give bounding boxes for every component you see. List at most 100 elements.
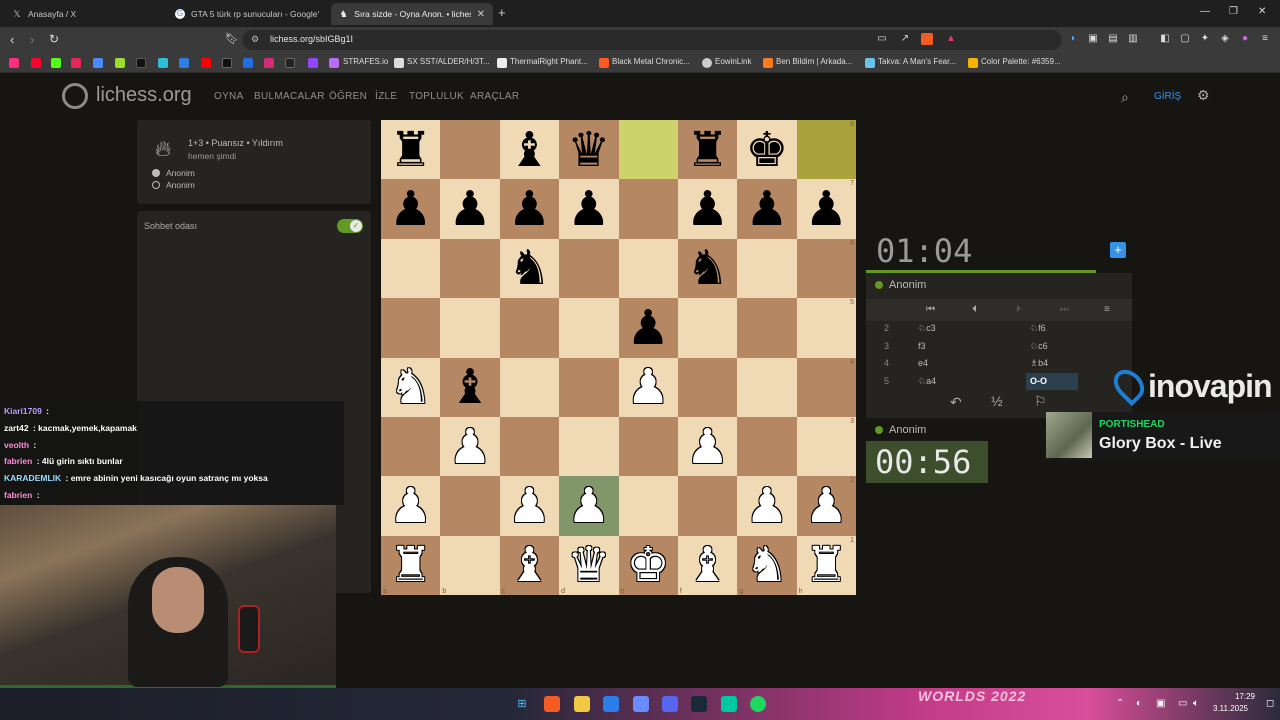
- top-player[interactable]: Anonim: [875, 279, 926, 291]
- white-move[interactable]: e4: [918, 358, 928, 368]
- lichess-logo-icon[interactable]: [62, 83, 88, 109]
- square-h4[interactable]: 4: [796, 357, 856, 417]
- square-b2[interactable]: [440, 476, 500, 536]
- square-a1[interactable]: ♜ a: [381, 535, 441, 595]
- tray-app-icon[interactable]: ◐: [1136, 698, 1142, 709]
- square-c7[interactable]: ♟: [499, 179, 560, 239]
- square-g4[interactable]: [737, 357, 797, 417]
- white-bishop[interactable]: ♝: [686, 541, 729, 589]
- profile-icon[interactable]: ●: [1239, 33, 1251, 45]
- black-pawn[interactable]: ♟: [805, 185, 848, 233]
- vpn-icon[interactable]: ◈: [1219, 33, 1231, 45]
- nav-watch[interactable]: İZLE: [375, 91, 397, 102]
- clock-time[interactable]: 17:29: [1225, 692, 1255, 701]
- screen-cast-icon[interactable]: ▭: [876, 33, 888, 45]
- black-bishop[interactable]: ♝: [449, 363, 492, 411]
- square-b5[interactable]: [440, 298, 500, 358]
- new-tab-icon[interactable]: +: [498, 5, 506, 20]
- network-icon[interactable]: ▭: [1178, 698, 1187, 709]
- white-knight[interactable]: ♞: [745, 541, 788, 589]
- bookmark-favicon[interactable]: [599, 58, 609, 68]
- bookmark-favicon[interactable]: [702, 58, 712, 68]
- app-icon[interactable]: [721, 696, 737, 712]
- square-a4[interactable]: ♞: [381, 357, 441, 417]
- square-d8[interactable]: ♛: [559, 120, 619, 180]
- bookmark-favicon[interactable]: [71, 58, 81, 68]
- offer-draw-button[interactable]: ½: [991, 393, 1003, 409]
- nav-tools[interactable]: ARAÇLAR: [470, 91, 519, 102]
- address-bar[interactable]: ⚙ lichess.org/sbIGBg1I: [242, 30, 1062, 50]
- square-b8[interactable]: [440, 120, 500, 180]
- white-pawn[interactable]: ♟: [389, 482, 432, 530]
- windows-start-icon[interactable]: ⊞: [514, 696, 530, 712]
- bottom-player[interactable]: Anonim: [866, 420, 1046, 440]
- bookmark-item[interactable]: Black Metal Chronic...: [612, 57, 690, 66]
- steam-icon[interactable]: [691, 696, 707, 712]
- player-black[interactable]: Anonim: [152, 180, 195, 190]
- brave-rewards-icon[interactable]: ▲: [945, 33, 957, 45]
- white-pawn[interactable]: ♟: [745, 482, 788, 530]
- square-c1[interactable]: ♝ c: [499, 535, 560, 595]
- square-b1[interactable]: b: [440, 535, 500, 595]
- chat-toggle[interactable]: [337, 219, 363, 233]
- black-pawn[interactable]: ♟: [389, 185, 432, 233]
- black-pawn[interactable]: ♟: [627, 304, 670, 352]
- white-move[interactable]: ♘a4: [918, 376, 936, 387]
- square-c8[interactable]: ♝: [499, 120, 560, 180]
- square-h2[interactable]: ♟ 2: [796, 476, 856, 536]
- square-f8[interactable]: ♜: [677, 120, 738, 180]
- square-b7[interactable]: ♟: [440, 179, 500, 239]
- app-icon[interactable]: [603, 696, 619, 712]
- square-f6[interactable]: ♞: [677, 238, 738, 299]
- square-d2[interactable]: ♟: [559, 476, 619, 536]
- x-logo-icon[interactable]: [222, 58, 232, 68]
- square-d7[interactable]: ♟: [559, 179, 619, 239]
- square-f3[interactable]: ♟: [677, 416, 738, 477]
- search-icon[interactable]: ⌕: [1121, 89, 1129, 106]
- last-move-icon[interactable]: ⏭: [1060, 304, 1069, 315]
- square-c3[interactable]: [499, 416, 560, 477]
- nav-play[interactable]: OYNA: [214, 91, 244, 102]
- square-f2[interactable]: [677, 476, 738, 536]
- square-b3[interactable]: ♟: [440, 416, 500, 477]
- resign-flag-icon[interactable]: ⚐: [1034, 393, 1047, 410]
- forward-icon[interactable]: ›: [30, 32, 34, 47]
- square-d5[interactable]: [559, 298, 619, 358]
- black-rook[interactable]: ♜: [686, 126, 729, 174]
- current-move[interactable]: O-O: [1026, 372, 1078, 390]
- close-window-icon[interactable]: ✕: [1258, 6, 1266, 17]
- notification-icon[interactable]: ◻: [1266, 698, 1274, 709]
- square-e1[interactable]: ♚ e: [618, 535, 678, 595]
- gear-icon[interactable]: ⚙: [1197, 87, 1210, 104]
- square-d6[interactable]: [559, 238, 619, 299]
- square-h1[interactable]: ♜ 1 h: [796, 535, 856, 595]
- white-bishop[interactable]: ♝: [508, 541, 551, 589]
- bookmark-favicon[interactable]: [497, 58, 507, 68]
- white-king[interactable]: ♚: [627, 541, 670, 589]
- square-g7[interactable]: ♟: [737, 179, 797, 239]
- bookmark-favicon[interactable]: [329, 58, 339, 68]
- brave-shield-icon[interactable]: [921, 33, 933, 45]
- minimize-icon[interactable]: —: [1200, 6, 1210, 17]
- bookmark-favicon[interactable]: [179, 58, 189, 68]
- black-pawn[interactable]: ♟: [449, 185, 492, 233]
- bookmark-item[interactable]: STRAFES.io: [343, 57, 388, 66]
- player-white[interactable]: Anonim: [152, 168, 195, 178]
- square-g2[interactable]: ♟: [737, 476, 797, 536]
- square-d1[interactable]: ♛ d: [559, 535, 619, 595]
- square-f7[interactable]: ♟: [677, 179, 738, 239]
- square-h7[interactable]: ♟ 7: [796, 179, 856, 239]
- bookmark-item[interactable]: Takva: A Man's Fear...: [878, 57, 956, 66]
- discord-icon[interactable]: [662, 696, 678, 712]
- browser-tab-active[interactable]: ♞ Sıra sizde - Oyna Anon. • lichess. ✕: [331, 3, 493, 25]
- extension-icon[interactable]: ▥: [1127, 33, 1139, 45]
- chess-board[interactable]: ♜ ♝ ♛ ♜ ♚ 8 ♟ ♟ ♟ ♟ ♟ ♟ ♟ 7 ♞ ♞ 6 ♟ 5 ♞ ♝ ♟ 4 ♟ ♟ 3 ♟ ♟ ♟ ♟ ♟ 2 ♜ a b ♝ c ♛ d ♚…: [381, 120, 856, 595]
- square-h3[interactable]: 3: [796, 416, 856, 477]
- square-a2[interactable]: ♟: [381, 476, 441, 536]
- black-knight[interactable]: ♞: [508, 244, 551, 292]
- white-rook[interactable]: ♜: [805, 541, 848, 589]
- white-pawn[interactable]: ♟: [508, 482, 551, 530]
- black-move[interactable]: ♘f6: [1026, 320, 1078, 337]
- file-explorer-icon[interactable]: [574, 696, 590, 712]
- square-f4[interactable]: [677, 357, 738, 417]
